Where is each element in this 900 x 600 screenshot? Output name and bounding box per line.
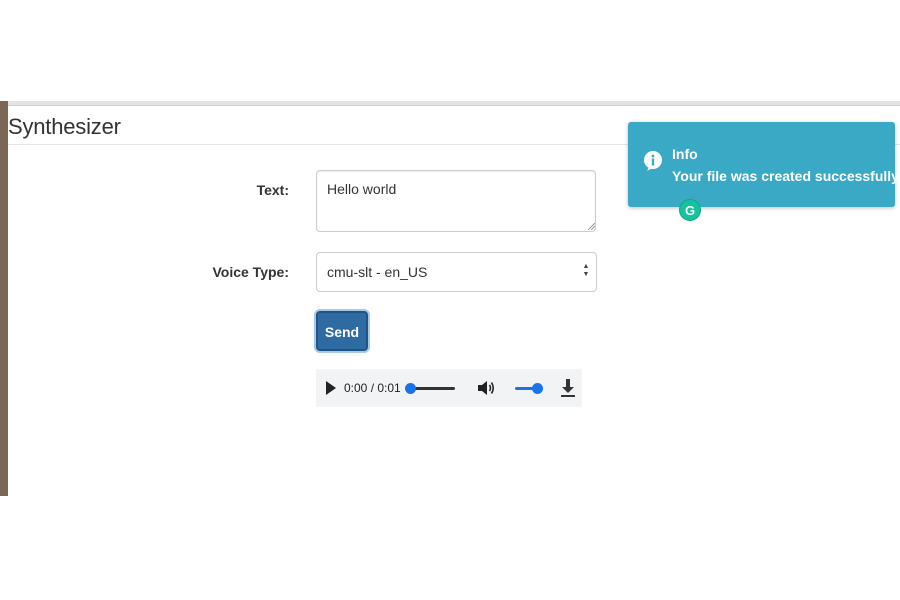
download-icon[interactable]: [560, 378, 576, 398]
audio-progress-track[interactable]: [410, 387, 455, 390]
volume-slider-thumb[interactable]: [532, 383, 543, 394]
top-divider: [8, 101, 900, 106]
info-icon: [644, 151, 662, 171]
audio-progress-thumb[interactable]: [405, 383, 416, 394]
grammarly-icon[interactable]: G: [679, 199, 701, 221]
window-edge: [0, 101, 8, 496]
audio-player: 0:00 / 0:01: [316, 369, 582, 407]
voice-type-select[interactable]: cmu-slt - en_US ▲ ▼: [316, 252, 597, 292]
info-toast[interactable]: Info Your file was created successfully.: [628, 122, 900, 207]
play-icon[interactable]: [326, 381, 336, 395]
voice-type-label: Voice Type:: [212, 264, 289, 280]
toast-message: Your file was created successfully.: [672, 168, 900, 184]
page-title: Synthesizer: [8, 114, 121, 139]
toast-title: Info: [672, 146, 698, 162]
send-button[interactable]: Send: [316, 311, 368, 351]
volume-icon[interactable]: [476, 378, 496, 398]
voice-type-value: cmu-slt - en_US: [327, 264, 428, 280]
text-input[interactable]: Hello world: [316, 170, 596, 232]
text-label: Text:: [256, 182, 289, 198]
browser-viewport: Synthesizer Text: Hello world Voice Type…: [0, 0, 900, 600]
audio-time: 0:00 / 0:01: [344, 381, 401, 395]
select-arrows-icon: ▲ ▼: [582, 263, 590, 278]
